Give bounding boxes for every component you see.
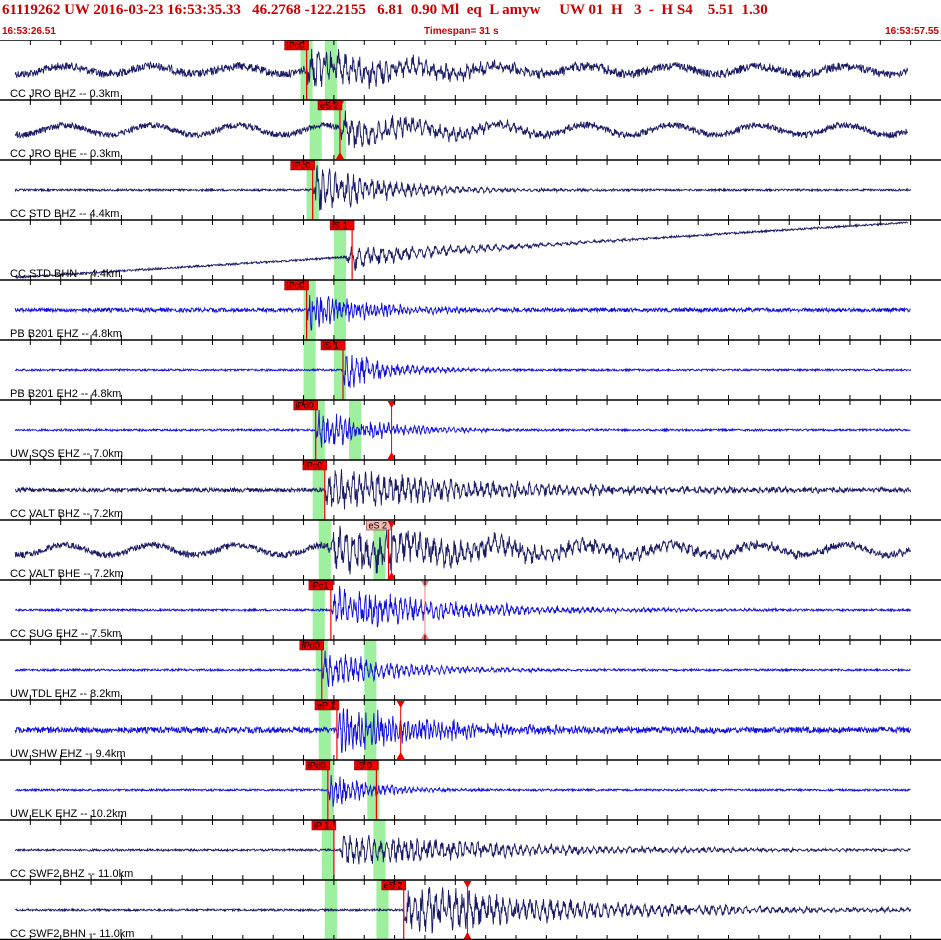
phase-pick-label: iPc0: [287, 41, 305, 51]
trace-label: CC JRO BHE -- 0.3km: [10, 148, 120, 160]
trace-waveform: [14, 650, 911, 687]
trace-label: PB B201 EH2 -- 4.8km: [10, 388, 121, 400]
trace-waveform: [14, 708, 912, 754]
phase-pick-label: iPd0: [302, 641, 320, 651]
trace-waveform: [14, 525, 912, 575]
trace-label: UW SHW EHZ -- 9.4km: [10, 748, 126, 760]
trace-label: CC STD BHN -- 4.4km: [10, 268, 121, 280]
phase-pick-label: iP 1: [314, 821, 329, 831]
trace-label: CC STD BHZ -- 4.4km: [10, 208, 119, 220]
phase-pick-label: eS 2: [384, 881, 403, 891]
trace-label: CC SUG EHZ -- 7.5km: [10, 628, 121, 640]
trace-label: PB B201 EHZ -- 4.8km: [10, 328, 122, 340]
predicted-arrival-marker-top: [396, 701, 405, 708]
predicted-arrival-marker-top: [463, 881, 472, 888]
trace-waveform: [15, 586, 912, 628]
start-time: 16:53:26.51: [2, 26, 56, 37]
header: 61119262 UW 2016-03-23 16:53:35.33 46.27…: [0, 0, 941, 40]
trace-label: UW TDL EHZ -- 8.2km: [10, 688, 120, 700]
trace-label: CC VALT BHZ -- 7.2km: [10, 508, 123, 520]
trace-waveform: [14, 48, 909, 90]
trace-label: CC JRO BHZ -- 0.3km: [10, 88, 119, 100]
trace-label: CC SWF2 BHN -- 11.0km: [10, 928, 134, 940]
trace-waveform: [14, 165, 912, 211]
phase-pick-label: iPc0: [293, 161, 311, 171]
phase-pick-label: eS 2: [320, 101, 339, 111]
trace-waveform: [14, 886, 912, 934]
phase-pick-label: iPc1: [311, 581, 329, 591]
phase-pick-label: iPd0: [296, 401, 314, 411]
timespan: Timespan= 31 s: [424, 26, 499, 37]
phase-pick-label: iS 1: [332, 221, 348, 231]
phase-pick-label: iPc0: [287, 281, 305, 291]
phase-pick-label: eP 1: [317, 701, 335, 711]
phase-pick-label: iPc0: [305, 461, 323, 471]
predicted-arrival-marker-bottom: [463, 932, 472, 939]
phase-pick-label: iS 1: [323, 341, 339, 351]
trace-waveform: [14, 110, 909, 149]
trace-waveform: [14, 295, 911, 331]
trace-waveform: [14, 469, 912, 510]
trace-waveform: [14, 834, 911, 865]
trace-label: CC SWF2 BHZ -- 11.0km: [10, 868, 133, 880]
trace-waveform: [14, 221, 909, 280]
trace-waveform: [14, 774, 911, 807]
seismogram-panel: iPc0 CC JRO BHZ -- 0.3km eS 2 CC JRO BHE --…: [0, 40, 941, 940]
trace-label: UW SQS EHZ -- 7.0km: [10, 448, 123, 460]
end-time: 16:53:57.55: [885, 26, 939, 37]
phase-pick-label: eS 2: [369, 521, 388, 531]
trace-label: CC VALT BHE -- 7.2km: [10, 568, 124, 580]
predicted-arrival-marker-bottom: [396, 752, 405, 759]
phase-pick-label: iPd0: [308, 761, 326, 771]
trace-waveform: [14, 409, 911, 448]
trace-waveform: [14, 354, 912, 388]
event-summary: 61119262 UW 2016-03-23 16:53:35.33 46.27…: [2, 2, 768, 18]
trace-label: UW ELK EHZ -- 10.2km: [10, 808, 127, 820]
